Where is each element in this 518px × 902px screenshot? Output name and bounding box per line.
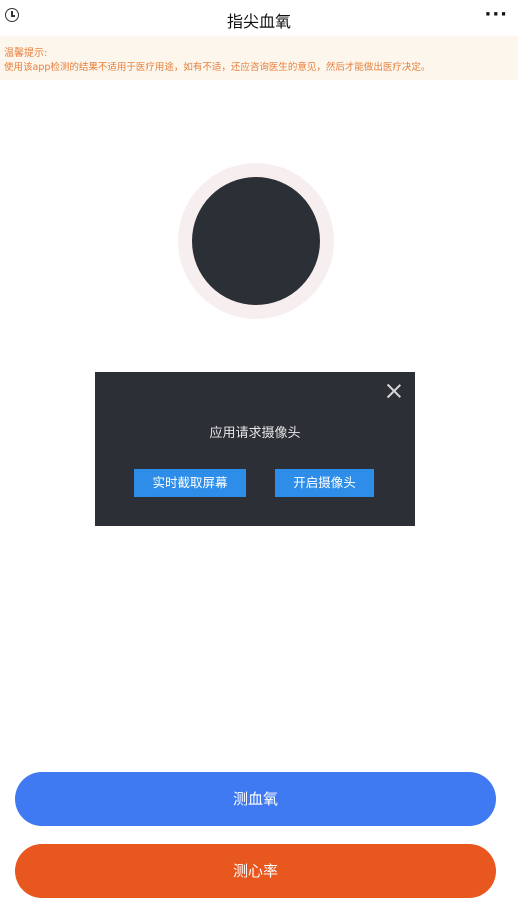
top-bar: 指尖血氧 ···: [0, 0, 518, 36]
notice-title: 温馨提示:: [4, 48, 48, 59]
open-camera-button[interactable]: 开启摄像头: [275, 469, 374, 497]
close-icon[interactable]: [385, 382, 403, 400]
dialog-message: 应用请求摄像头: [209, 426, 301, 441]
camera-permission-dialog: 应用请求摄像头 实时截取屏幕 开启摄像头: [95, 372, 415, 526]
screen-capture-button[interactable]: 实时截取屏幕: [134, 469, 246, 497]
more-icon[interactable]: ···: [484, 4, 508, 25]
measure-heart-rate-button[interactable]: 测心率: [15, 844, 496, 898]
camera-preview: [192, 177, 320, 305]
notice-banner: 温馨提示: 使用该app检测的结果不适用于医疗用途，如有不适，还应咨询医生的意见…: [0, 36, 518, 80]
measure-spo2-button[interactable]: 测血氧: [15, 772, 496, 826]
page-title: 指尖血氧: [226, 12, 291, 31]
notice-body: 使用该app检测的结果不适用于医疗用途，如有不适，还应咨询医生的意见，然后才能做…: [4, 62, 431, 73]
